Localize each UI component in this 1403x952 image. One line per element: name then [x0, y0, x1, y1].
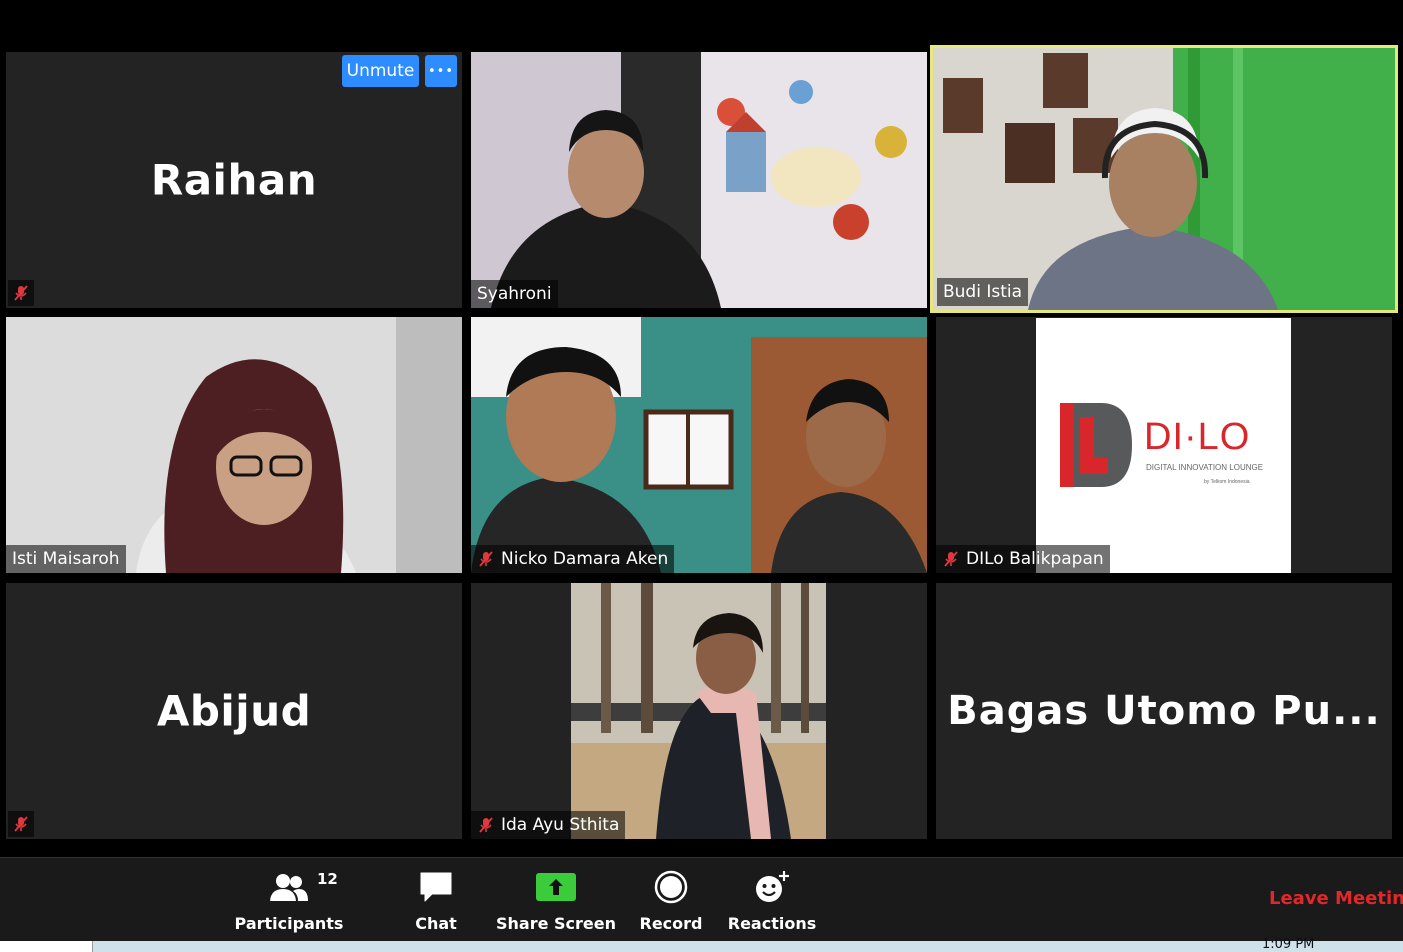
tile-isti-maisaroh[interactable]: Isti Maisaroh [6, 317, 462, 573]
dilo-brand-text: DI·LO [1144, 416, 1251, 458]
tile-bagas-utomo[interactable]: Bagas Utomo Pu... [936, 583, 1392, 839]
muted-mic-icon [479, 551, 493, 567]
reactions-icon [753, 870, 791, 904]
os-taskbar: 1:09 PM [0, 937, 1403, 952]
participant-name-label: Ida Ayu Sthita [471, 811, 626, 839]
participants-label: Participants [234, 914, 344, 933]
participant-name-label: Nicko Damara Aken [471, 545, 675, 573]
video-feed [471, 317, 927, 573]
muted-mic-icon [479, 817, 493, 833]
chat-label: Chat [415, 914, 457, 933]
participant-name-label: Isti Maisaroh [6, 545, 126, 573]
chat-icon [418, 870, 454, 904]
tile-syahroni[interactable]: Syahroni [471, 52, 927, 308]
taskbar-clock: 1:09 PM [1262, 937, 1315, 952]
unmute-button[interactable]: Unmute [342, 55, 419, 87]
participant-name-label: Syahroni [471, 280, 558, 308]
video-feed [471, 52, 927, 308]
participants-count: 12 [317, 870, 338, 888]
leave-meeting-button[interactable]: Leave Meeting [1269, 888, 1403, 909]
tile-budi-istia[interactable]: Budi Istia [930, 45, 1398, 313]
taskbar-search-box[interactable] [0, 941, 93, 952]
video-feed [6, 317, 462, 573]
record-label: Record [639, 914, 703, 933]
reactions-label: Reactions [727, 914, 817, 933]
muted-mic-icon [944, 551, 958, 567]
participant-name-label: Budi Istia [937, 278, 1029, 306]
tile-abijud[interactable]: Abijud [6, 583, 462, 839]
tile-dilo-balikpapan[interactable]: DI·LO DIGITAL INNOVATION LOUNGE by Telko… [936, 317, 1392, 573]
chat-button[interactable]: Chat [405, 858, 467, 942]
participant-name-large: Abijud [156, 686, 312, 736]
share-screen-button[interactable]: Share Screen [496, 858, 616, 942]
participant-name-large: Bagas Utomo Pu... [947, 688, 1381, 734]
participant-name-large: Raihan [150, 155, 318, 205]
record-icon [654, 870, 688, 904]
dilo-subtitle-text: DIGITAL INNOVATION LOUNGE [1146, 463, 1264, 472]
muted-mic-icon [8, 811, 34, 837]
dilo-byline-text: by Telkom Indonesia [1204, 479, 1250, 485]
participants-icon: 12 [269, 870, 338, 904]
participants-button[interactable]: 12 Participants [235, 858, 344, 942]
share-screen-label: Share Screen [496, 914, 617, 933]
tile-raihan[interactable]: Raihan Unmute ••• [6, 52, 462, 308]
participant-name-label: DILo Balikpapan [936, 545, 1110, 573]
video-feed [471, 583, 927, 839]
more-options-button[interactable]: ••• [425, 55, 457, 87]
reactions-button[interactable]: Reactions [728, 858, 816, 942]
share-screen-icon [535, 870, 577, 904]
tile-nicko-damara-aken[interactable]: Nicko Damara Aken [471, 317, 927, 573]
tile-ida-ayu-sthita[interactable]: Ida Ayu Sthita [471, 583, 927, 839]
record-button[interactable]: Record [636, 858, 706, 942]
meeting-toolbar: 12 Participants Chat Share Screen Record… [0, 857, 1403, 942]
video-feed [933, 48, 1395, 310]
muted-mic-icon [8, 280, 34, 306]
dilo-logo-card: DI·LO DIGITAL INNOVATION LOUNGE by Telko… [1036, 318, 1291, 573]
